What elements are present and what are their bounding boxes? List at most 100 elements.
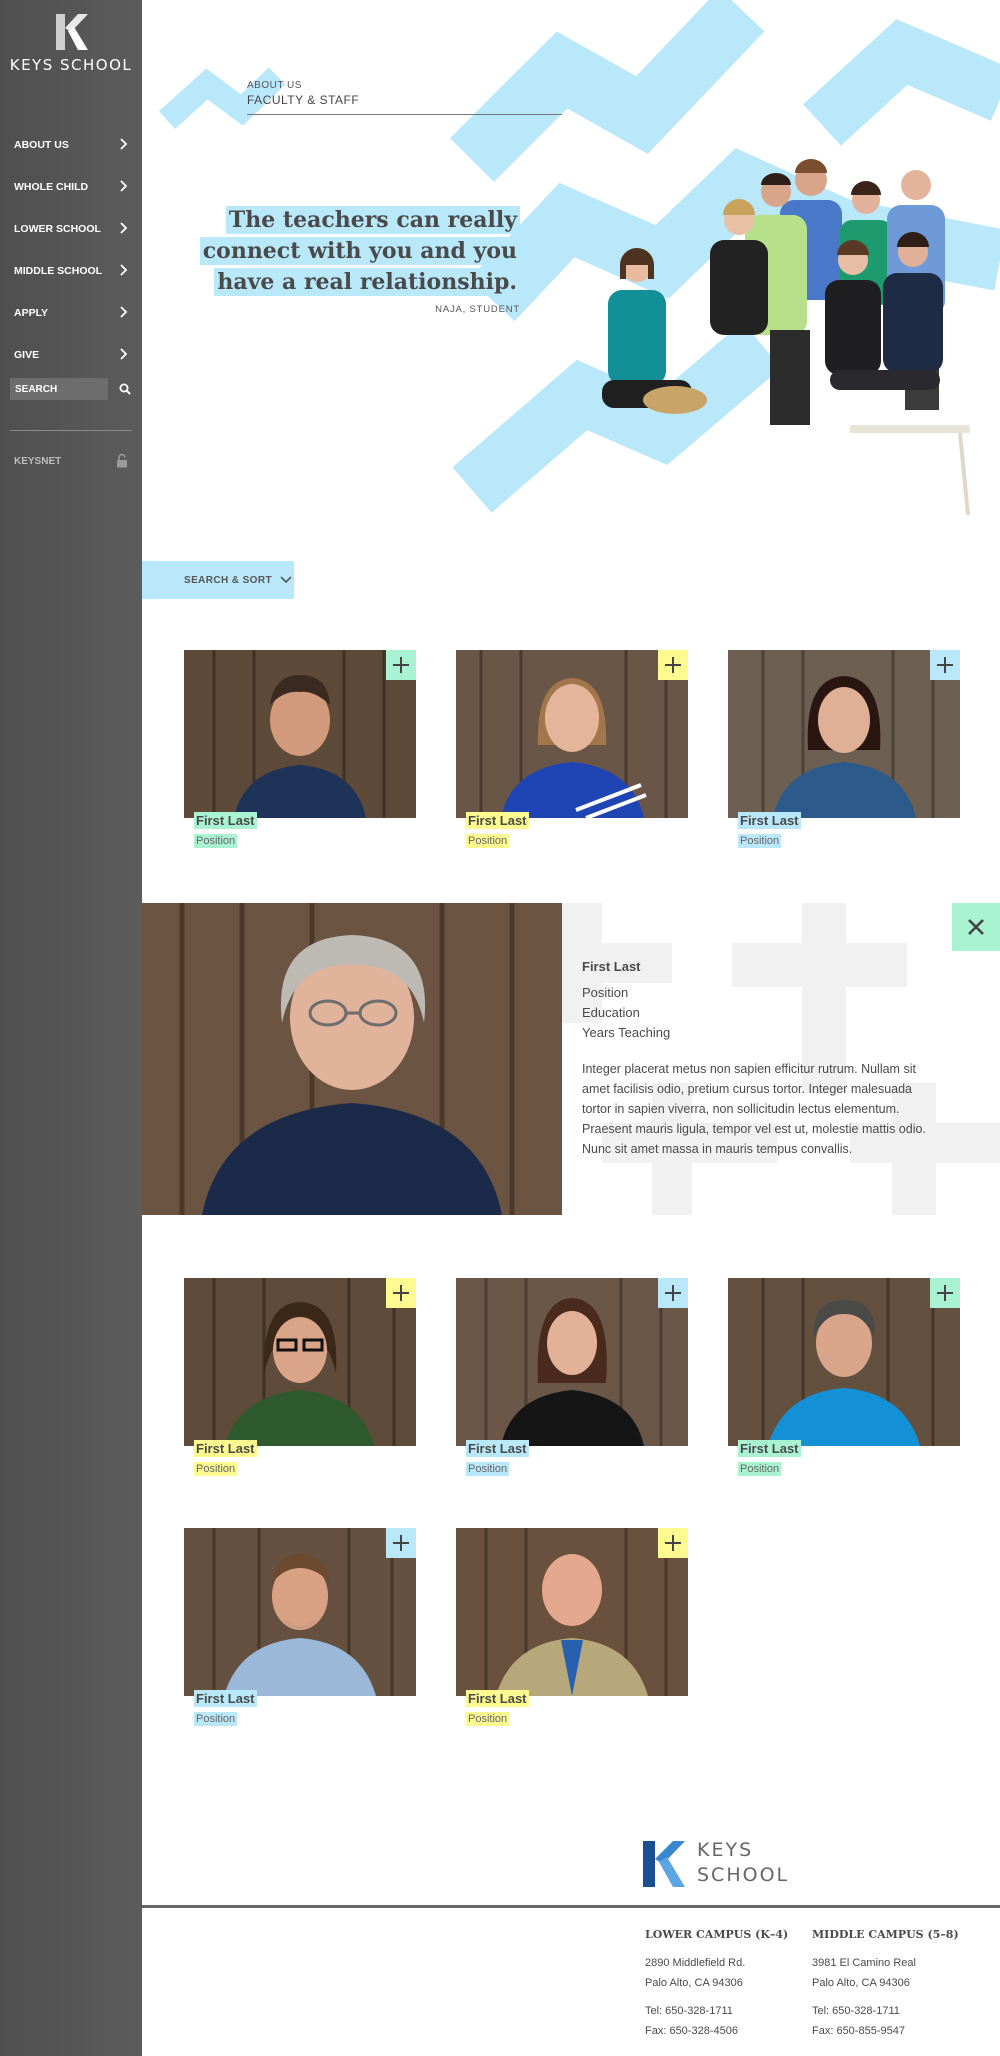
- lock-icon: [117, 453, 127, 468]
- quote-line: connect with you and you: [199, 237, 520, 265]
- staff-portrait: [456, 1278, 688, 1446]
- profile-years-teaching: Years Teaching: [582, 1025, 671, 1040]
- search-sort-label: SEARCH & SORT: [184, 574, 272, 586]
- expand-plus-icon[interactable]: [658, 1528, 688, 1558]
- profile-portrait: [142, 903, 562, 1215]
- expand-plus-icon[interactable]: [930, 650, 960, 680]
- nav-item-whole-child[interactable]: WHOLE CHILD: [0, 166, 142, 208]
- quote-line: have a real relationship.: [214, 268, 520, 296]
- nav-item-label: MIDDLE SCHOOL: [14, 265, 103, 277]
- staff-name: First Last: [194, 1690, 257, 1707]
- quote-line: The teachers can really: [225, 206, 520, 234]
- staff-profile-panel: First Last Position Education Years Teac…: [142, 903, 1000, 1215]
- hero-quote: The teachers can really connect with you…: [192, 205, 520, 315]
- school-logo[interactable]: KEYS SCHOOL: [0, 14, 142, 74]
- staff-name: First Last: [738, 812, 801, 829]
- close-icon[interactable]: [952, 903, 1000, 951]
- staff-portrait: [184, 650, 416, 818]
- search-input[interactable]: [10, 378, 108, 400]
- search-icon[interactable]: [118, 382, 132, 396]
- expand-plus-icon[interactable]: [386, 1278, 416, 1308]
- staff-card[interactable]: First Last Position: [184, 650, 416, 860]
- search-sort-button[interactable]: SEARCH & SORT: [142, 561, 294, 599]
- staff-card[interactable]: First Last Position: [456, 1278, 688, 1488]
- page-title: FACULTY & STAFF: [247, 93, 360, 107]
- staff-position: Position: [194, 1462, 238, 1476]
- campus-title: MIDDLE CAMPUS (5–8): [812, 1928, 959, 1941]
- faculty-group-photo: [602, 159, 970, 516]
- nav-item-label: APPLY: [14, 307, 49, 319]
- chevron-right-icon: [120, 222, 128, 234]
- profile-position: Position: [582, 985, 629, 1000]
- staff-portrait: [184, 1528, 416, 1696]
- campus-fax: Fax: 650-328-4506: [645, 2025, 738, 2037]
- staff-card[interactable]: First Last Position: [456, 650, 688, 860]
- profile-name: First Last: [582, 959, 641, 974]
- brand-name: KEYS SCHOOL: [9, 56, 133, 74]
- keys-k-logo-icon: [56, 14, 88, 50]
- lower-campus-info: LOWER CAMPUS (K–4) 2890 Middlefield Rd. …: [645, 1925, 805, 2049]
- staff-portrait: [728, 1278, 960, 1446]
- sidebar-search: [10, 378, 132, 400]
- expand-plus-icon[interactable]: [658, 1278, 688, 1308]
- staff-card[interactable]: First Last Position: [184, 1278, 416, 1488]
- nav-item-lower-school[interactable]: LOWER SCHOOL: [0, 208, 142, 250]
- campus-phone[interactable]: Tel: 650-328-1711: [812, 2005, 900, 2017]
- nav-item-label: GIVE: [14, 349, 40, 361]
- chevron-down-icon: [280, 576, 292, 584]
- chevron-right-icon: [120, 306, 128, 318]
- staff-portrait: [728, 650, 960, 818]
- nav-item-label: LOWER SCHOOL: [14, 223, 101, 235]
- campus-address-line: 3981 El Camino Real: [812, 1957, 916, 1969]
- middle-campus-info: MIDDLE CAMPUS (5–8) 3981 El Camino Real …: [812, 1925, 972, 2049]
- expand-plus-icon[interactable]: [386, 650, 416, 680]
- footer-brand-line: KEYS: [697, 1839, 754, 1861]
- chevron-right-icon: [120, 138, 128, 150]
- staff-name: First Last: [466, 1440, 529, 1457]
- nav-item-apply[interactable]: APPLY: [0, 292, 142, 334]
- staff-position: Position: [466, 1712, 510, 1726]
- staff-position: Position: [466, 1462, 510, 1476]
- profile-meta: Position Education Years Teaching: [582, 983, 670, 1043]
- nav-item-label: ABOUT US: [14, 139, 69, 151]
- hero-section: ABOUT US FACULTY & STAFF The teachers ca…: [142, 0, 1000, 560]
- nav-item-about-us[interactable]: ABOUT US: [0, 124, 142, 166]
- staff-name: First Last: [466, 812, 529, 829]
- campus-address-line: Palo Alto, CA 94306: [645, 1977, 743, 1989]
- chevron-right-icon: [120, 180, 128, 192]
- nav-item-give[interactable]: GIVE: [0, 334, 142, 376]
- sidebar: KEYS SCHOOL ABOUT US WHOLE CHILD LOWER S…: [0, 0, 142, 2056]
- breadcrumb: ABOUT US FACULTY & STAFF: [247, 80, 562, 115]
- staff-name: First Last: [738, 1440, 801, 1457]
- staff-position: Position: [194, 834, 238, 848]
- sidebar-divider: [10, 430, 132, 431]
- staff-card[interactable]: First Last Position: [728, 650, 960, 860]
- staff-card[interactable]: First Last Position: [728, 1278, 960, 1488]
- expand-plus-icon[interactable]: [658, 650, 688, 680]
- staff-portrait: [184, 1278, 416, 1446]
- breadcrumb-parent[interactable]: ABOUT US: [247, 80, 562, 91]
- staff-card[interactable]: First Last Position: [184, 1528, 416, 1738]
- main-nav: ABOUT US WHOLE CHILD LOWER SCHOOL MIDDLE…: [0, 124, 142, 376]
- campus-address-line: 2890 Middlefield Rd.: [645, 1957, 746, 1969]
- campus-fax: Fax: 650-855-9547: [812, 2025, 905, 2037]
- chevron-right-icon: [120, 264, 128, 276]
- staff-portrait: [456, 1528, 688, 1696]
- staff-name: First Last: [194, 1440, 257, 1457]
- staff-position: Position: [194, 1712, 238, 1726]
- chevron-right-icon: [120, 348, 128, 360]
- quote-attribution: NAJA, STUDENT: [435, 304, 520, 315]
- staff-card[interactable]: First Last Position: [456, 1528, 688, 1738]
- keysnet-link[interactable]: KEYSNET: [14, 456, 61, 467]
- campus-phone[interactable]: Tel: 650-328-1711: [645, 2005, 733, 2017]
- campus-title: LOWER CAMPUS (K–4): [645, 1928, 789, 1941]
- nav-item-middle-school[interactable]: MIDDLE SCHOOL: [0, 250, 142, 292]
- staff-position: Position: [738, 834, 782, 848]
- profile-education: Education: [582, 1005, 640, 1020]
- staff-position: Position: [466, 834, 510, 848]
- nav-item-label: WHOLE CHILD: [14, 181, 89, 193]
- expand-plus-icon[interactable]: [386, 1528, 416, 1558]
- expand-plus-icon[interactable]: [930, 1278, 960, 1308]
- staff-name: First Last: [466, 1690, 529, 1707]
- campus-address-line: Palo Alto, CA 94306: [812, 1977, 910, 1989]
